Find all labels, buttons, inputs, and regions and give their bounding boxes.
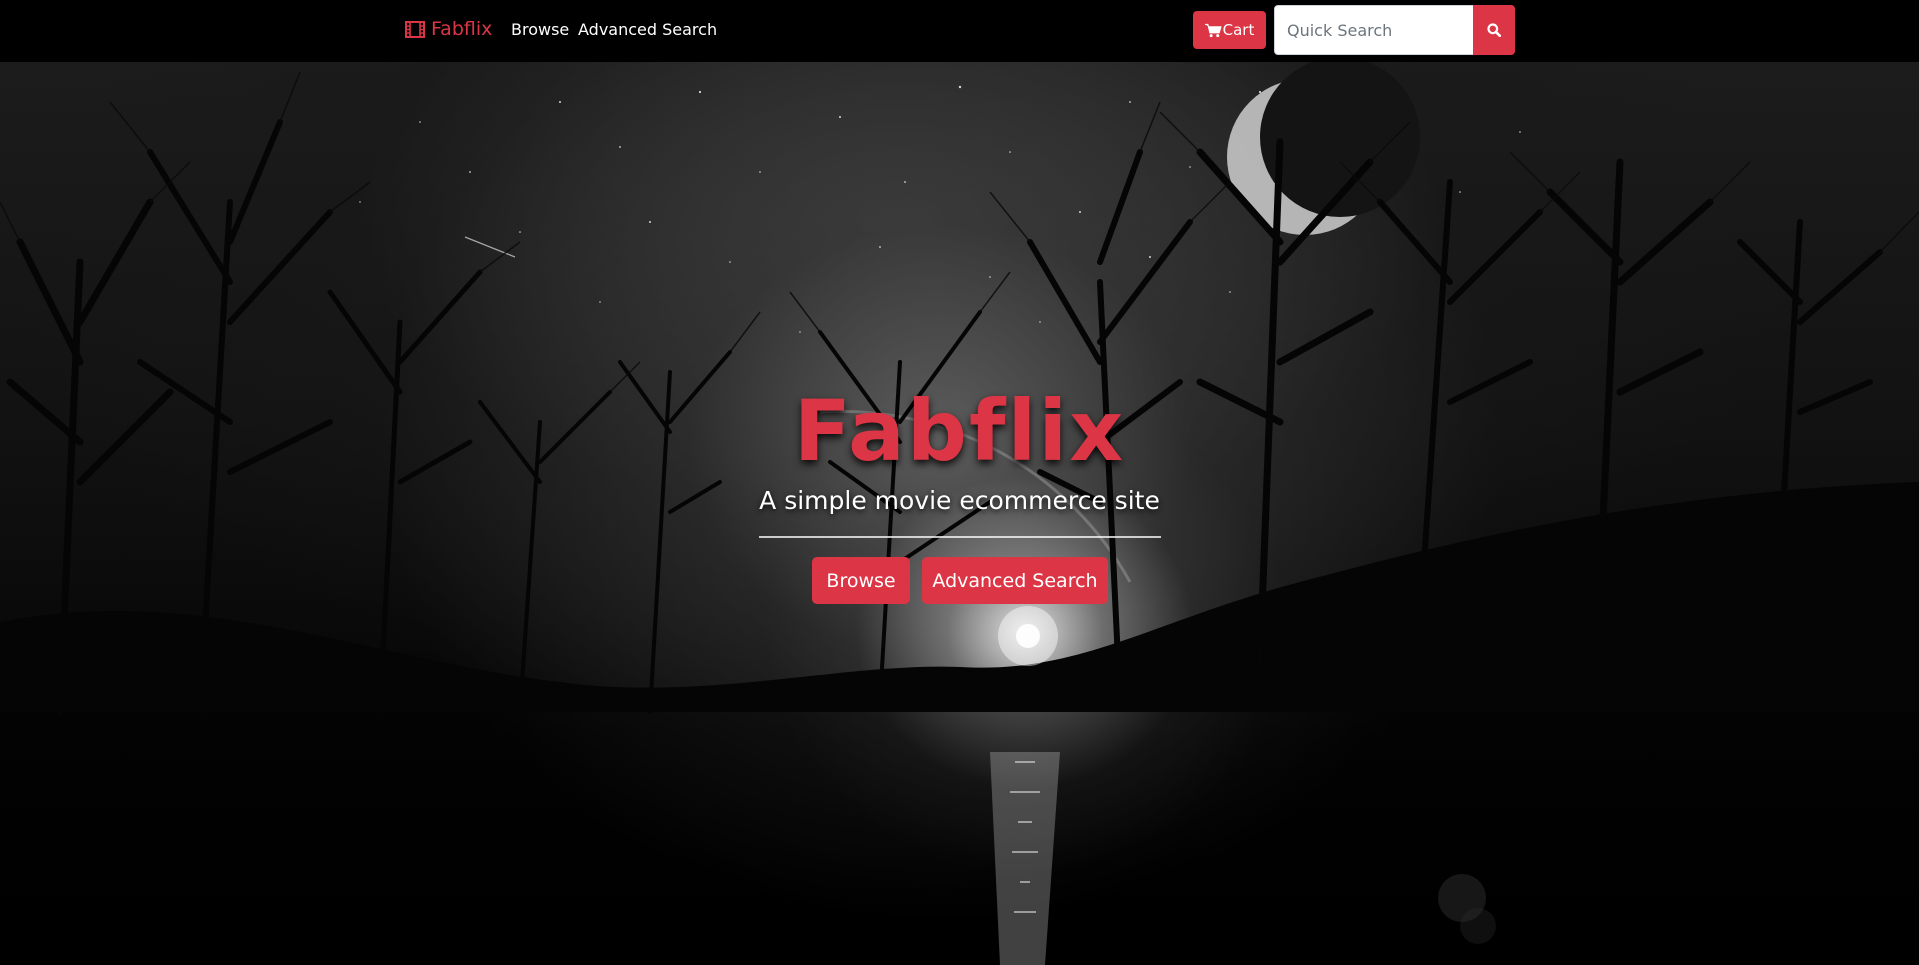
search-icon [1487, 23, 1501, 37]
navbar: Fabflix Browse Advanced Search Cart [0, 0, 1919, 62]
hero-title: Fabflix [793, 382, 1126, 480]
cart-label: Cart [1222, 21, 1255, 39]
film-icon [405, 20, 425, 38]
hero-divider [759, 536, 1161, 538]
brand-link[interactable]: Fabflix [405, 18, 492, 40]
nav-advanced-search-link[interactable]: Advanced Search [578, 20, 717, 39]
brand-label: Fabflix [431, 18, 493, 40]
hero-subtitle: A simple movie ecommerce site [759, 486, 1160, 515]
hero-advanced-search-button[interactable]: Advanced Search [922, 557, 1108, 604]
cart-button[interactable]: Cart [1193, 11, 1266, 49]
cart-icon [1204, 23, 1222, 37]
hero-browse-button[interactable]: Browse [812, 557, 910, 604]
search-button[interactable] [1473, 5, 1515, 55]
nav-browse-link[interactable]: Browse [511, 20, 569, 39]
hero-section: Fabflix A simple movie ecommerce site Br… [0, 62, 1919, 965]
quick-search-input[interactable] [1274, 5, 1474, 55]
